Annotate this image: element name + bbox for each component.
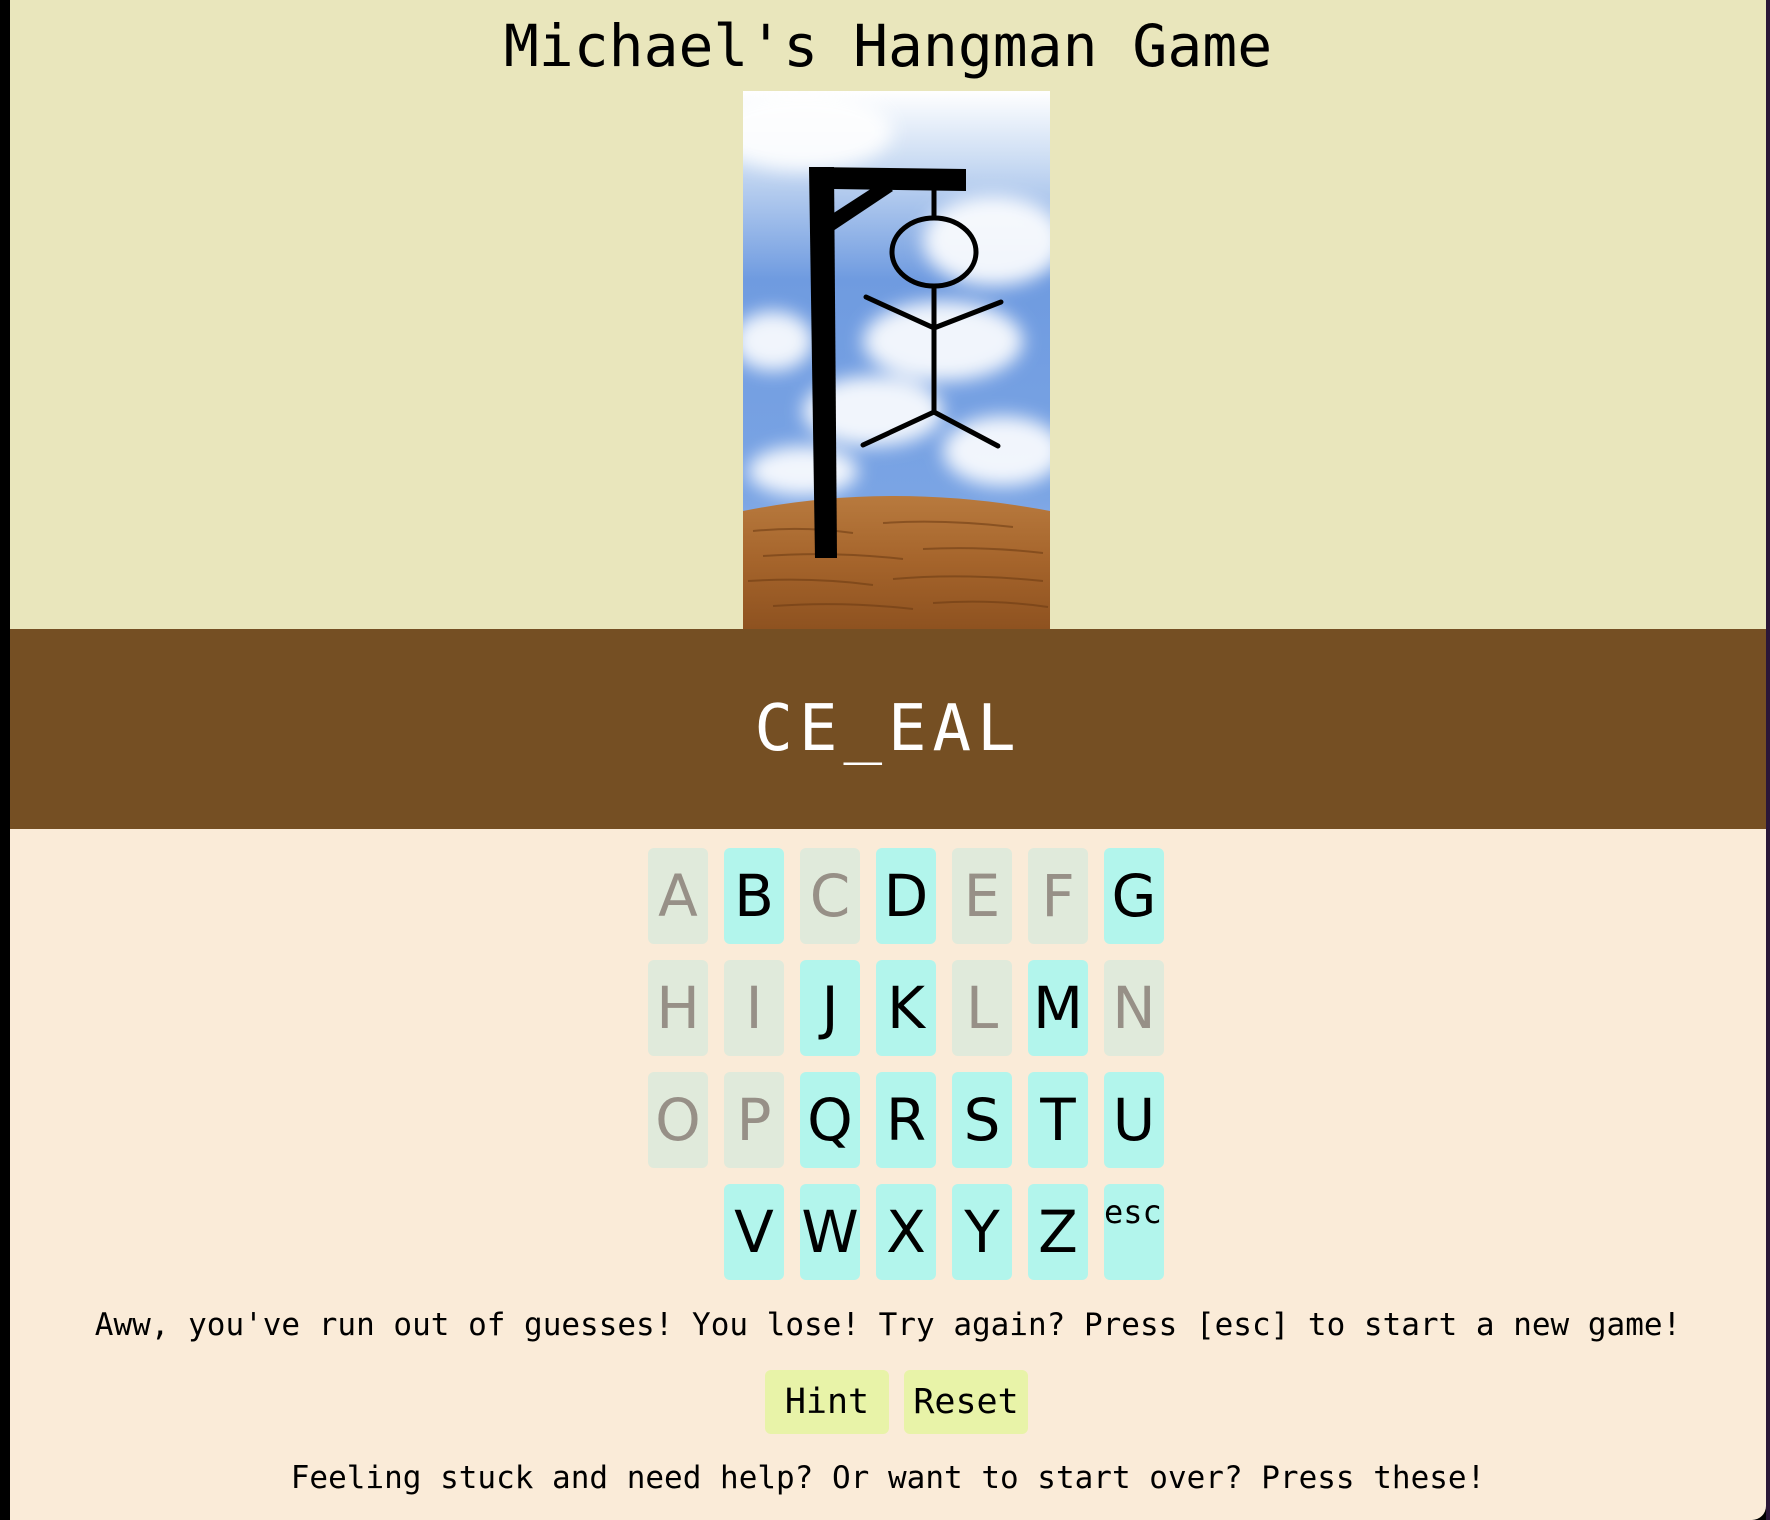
key-a[interactable]: A [648, 848, 708, 944]
key-s[interactable]: S [952, 1072, 1012, 1168]
key-r[interactable]: R [876, 1072, 936, 1168]
hero-section: Michael's Hangman Game [10, 0, 1766, 629]
key-q[interactable]: Q [800, 1072, 860, 1168]
key-u[interactable]: U [1104, 1072, 1164, 1168]
reset-button[interactable]: Reset [904, 1370, 1028, 1434]
key-h[interactable]: H [648, 960, 708, 1056]
hangman-app: Michael's Hangman Game CE_EAL A B C D E … [10, 0, 1766, 1520]
key-d[interactable]: D [876, 848, 936, 944]
key-n[interactable]: N [1104, 960, 1164, 1056]
key-j[interactable]: J [800, 960, 860, 1056]
status-message: Aww, you've run out of guesses! You lose… [94, 1307, 1682, 1343]
key-c[interactable]: C [800, 848, 860, 944]
key-m[interactable]: M [1028, 960, 1088, 1056]
key-o[interactable]: O [648, 1072, 708, 1168]
key-k[interactable]: K [876, 960, 936, 1056]
key-t[interactable]: T [1028, 1072, 1088, 1168]
key-v[interactable]: V [724, 1184, 784, 1280]
key-x[interactable]: X [876, 1184, 936, 1280]
key-p[interactable]: P [724, 1072, 784, 1168]
key-l[interactable]: L [952, 960, 1012, 1056]
key-z[interactable]: Z [1028, 1184, 1088, 1280]
help-text: Feeling stuck and need help? Or want to … [290, 1460, 1486, 1496]
key-e[interactable]: E [952, 848, 1012, 944]
page-title: Michael's Hangman Game [503, 12, 1273, 80]
key-b[interactable]: B [724, 848, 784, 944]
key-esc[interactable]: esc [1104, 1184, 1164, 1280]
key-w[interactable]: W [800, 1184, 860, 1280]
key-g[interactable]: G [1104, 848, 1164, 944]
word-band: CE_EAL [10, 629, 1766, 829]
key-y[interactable]: Y [952, 1184, 1012, 1280]
window-edge [1766, 0, 1770, 1520]
hangman-gallows-image [743, 91, 1050, 629]
key-i[interactable]: I [724, 960, 784, 1056]
hint-button[interactable]: Hint [765, 1370, 889, 1434]
letter-keyboard: A B C D E F G H I J K L M N O P Q R S T U V W X Y Zesc [10, 848, 1766, 1288]
key-f[interactable]: F [1028, 848, 1088, 944]
word-display: CE_EAL [754, 692, 1022, 766]
